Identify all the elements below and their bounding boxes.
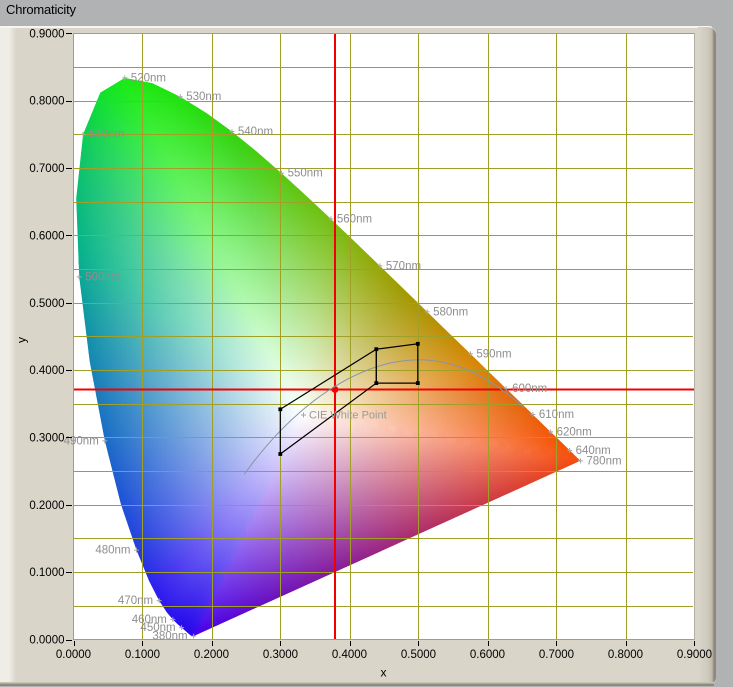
svg-text:0.3000: 0.3000 (29, 432, 64, 444)
svg-text:0.6000: 0.6000 (29, 230, 64, 242)
svg-text:780nm: 780nm (586, 455, 621, 467)
svg-text:500nm: 500nm (85, 271, 120, 283)
svg-text:0.4000: 0.4000 (332, 649, 367, 661)
svg-text:0.1000: 0.1000 (125, 649, 160, 661)
svg-text:0.8000: 0.8000 (608, 649, 643, 661)
svg-text:0.7000: 0.7000 (539, 649, 574, 661)
svg-text:590nm: 590nm (476, 348, 511, 360)
svg-text:550nm: 550nm (288, 168, 323, 180)
svg-text:0.9000: 0.9000 (29, 28, 64, 40)
svg-text:460nm: 460nm (132, 614, 167, 626)
svg-text:530nm: 530nm (186, 91, 221, 103)
svg-text:560nm: 560nm (337, 213, 372, 225)
svg-text:600nm: 600nm (512, 383, 547, 395)
svg-text:570nm: 570nm (386, 260, 421, 272)
svg-text:580nm: 580nm (433, 306, 468, 318)
svg-text:0.6000: 0.6000 (470, 649, 505, 661)
svg-text:480nm: 480nm (95, 545, 130, 557)
svg-text:0.3000: 0.3000 (263, 649, 298, 661)
svg-text:0.2000: 0.2000 (29, 500, 64, 512)
svg-text:0.5000: 0.5000 (29, 298, 64, 310)
svg-text:0.2000: 0.2000 (194, 649, 229, 661)
svg-text:0.9000: 0.9000 (677, 649, 712, 661)
svg-text:0.0000: 0.0000 (29, 635, 64, 647)
svg-text:0.0000: 0.0000 (56, 649, 91, 661)
svg-text:y: y (15, 337, 29, 343)
svg-text:610nm: 610nm (539, 409, 574, 421)
svg-text:0.7000: 0.7000 (29, 163, 64, 175)
svg-text:0.5000: 0.5000 (401, 649, 436, 661)
svg-text:0.1000: 0.1000 (29, 567, 64, 579)
svg-text:x: x (381, 666, 387, 680)
svg-text:0.8000: 0.8000 (29, 96, 64, 108)
svg-text:CIE White Point: CIE White Point (309, 410, 387, 422)
svg-text:520nm: 520nm (131, 72, 166, 84)
svg-text:0.4000: 0.4000 (29, 365, 64, 377)
svg-text:510nm: 510nm (89, 129, 124, 141)
svg-text:540nm: 540nm (238, 126, 273, 138)
svg-text:620nm: 620nm (557, 426, 592, 438)
svg-text:470nm: 470nm (118, 595, 153, 607)
